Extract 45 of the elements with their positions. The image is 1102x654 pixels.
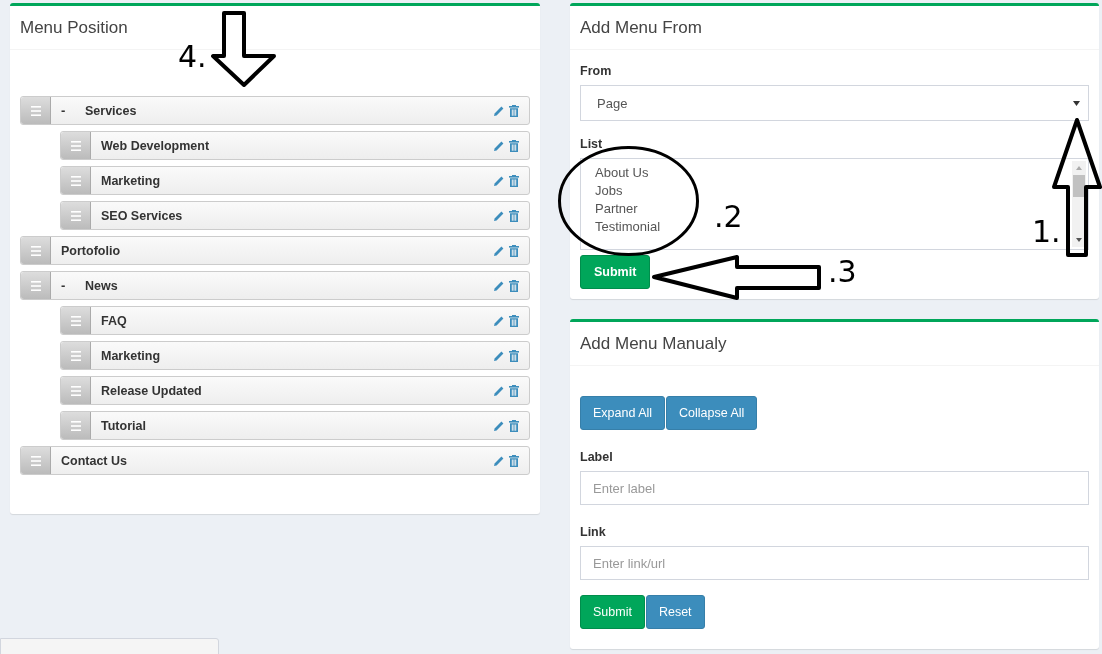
menu-item-label: Release Updated: [101, 383, 203, 398]
annotation-number: .3: [828, 257, 857, 287]
field-label: List: [580, 137, 604, 151]
menu-item[interactable]: - Services: [20, 96, 530, 125]
menu-item[interactable]: Marketing: [60, 166, 530, 195]
reset-button[interactable]: Reset: [645, 595, 705, 629]
menu-item[interactable]: Marketing: [60, 341, 530, 370]
tree-toggle-button[interactable]: Expand All: [580, 396, 666, 430]
field-label: Label: [580, 450, 614, 464]
menu-item[interactable]: Portofolio: [20, 236, 530, 265]
menu-item[interactable]: Web Development: [60, 131, 530, 160]
menu-item-label: FAQ: [101, 313, 128, 328]
field-label: Link: [580, 525, 607, 539]
menu-item-label: Portofolio: [61, 243, 121, 258]
menu-item-label: Services: [85, 103, 138, 118]
list-option[interactable]: Testimonial: [595, 219, 661, 234]
annotation-number: .2: [714, 202, 743, 232]
menu-item-label: Tutorial: [101, 418, 147, 433]
collapse-toggle[interactable]: -: [61, 278, 75, 293]
menu-item[interactable]: FAQ: [60, 306, 530, 335]
input-field[interactable]: Enter label: [580, 471, 1089, 505]
annotation-number: 4.: [178, 42, 207, 72]
input-field[interactable]: Enter link/url: [580, 546, 1089, 580]
menu-item-label: Web Development: [101, 138, 211, 153]
menu-item-label: Marketing: [101, 348, 162, 363]
menu-item-label: News: [85, 278, 119, 293]
menu-item-label: Contact Us: [61, 453, 128, 468]
annotation-number: 1.: [1032, 217, 1061, 247]
panel-title: Menu Position: [20, 17, 128, 38]
list-option[interactable]: Jobs: [595, 183, 661, 198]
menu-item[interactable]: Release Updated: [60, 376, 530, 405]
menu-item[interactable]: Tutorial: [60, 411, 530, 440]
menu-item-label: SEO Services: [101, 208, 184, 223]
list-option[interactable]: About Us: [595, 165, 661, 180]
menu-item[interactable]: - News: [20, 271, 530, 300]
from-select[interactable]: Page: [580, 85, 1089, 121]
panel-title: Add Menu Manualy: [580, 333, 727, 354]
menu-item[interactable]: Contact Us: [20, 446, 530, 475]
list-option[interactable]: Partner: [595, 201, 661, 216]
menu-item-label: Marketing: [101, 173, 162, 188]
menu-item[interactable]: SEO Services: [60, 201, 530, 230]
panel-title: Add Menu From: [580, 17, 702, 38]
field-label: From: [580, 64, 613, 78]
collapse-toggle[interactable]: -: [61, 103, 75, 118]
tree-toggle-button[interactable]: Collapse All: [666, 396, 758, 430]
